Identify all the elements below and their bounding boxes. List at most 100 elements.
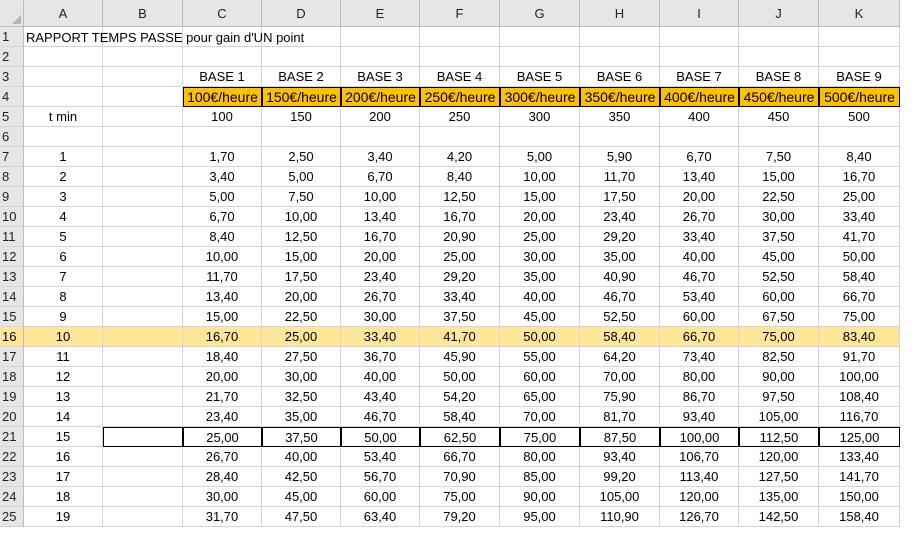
cell-b15[interactable] [103, 307, 183, 327]
cell-g21[interactable]: 75,00 [500, 427, 580, 447]
cell-g1[interactable] [500, 27, 580, 47]
row-header-5[interactable]: 5 [0, 107, 24, 127]
cell-g14[interactable]: 40,00 [500, 287, 580, 307]
cell-j16[interactable]: 75,00 [739, 327, 819, 347]
row-header-18[interactable]: 18 [0, 367, 24, 387]
rate-label-4[interactable]: 250€/heure [420, 87, 500, 107]
cell-i6[interactable] [660, 127, 739, 147]
cell-b4[interactable] [103, 87, 183, 107]
cell-e21[interactable]: 50,00 [341, 427, 420, 447]
cell-c6[interactable] [183, 127, 262, 147]
cell-h10[interactable]: 23,40 [580, 207, 660, 227]
cell-c10[interactable]: 6,70 [183, 207, 262, 227]
cell-k15[interactable]: 75,00 [819, 307, 900, 327]
cell-g13[interactable]: 35,00 [500, 267, 580, 287]
cell-j8[interactable]: 15,00 [739, 167, 819, 187]
cell-b11[interactable] [103, 227, 183, 247]
cell-k23[interactable]: 141,70 [819, 467, 900, 487]
base-label-7[interactable]: BASE 7 [660, 67, 739, 87]
cell-b13[interactable] [103, 267, 183, 287]
cell-i2[interactable] [660, 47, 739, 67]
cell-e25[interactable]: 63,40 [341, 507, 420, 527]
cell-d15[interactable]: 22,50 [262, 307, 341, 327]
row-header-12[interactable]: 12 [0, 247, 24, 267]
cell-j11[interactable]: 37,50 [739, 227, 819, 247]
cell-k17[interactable]: 91,70 [819, 347, 900, 367]
cell-e8[interactable]: 6,70 [341, 167, 420, 187]
cell-i13[interactable]: 46,70 [660, 267, 739, 287]
cell-f8[interactable]: 8,40 [420, 167, 500, 187]
rate-value-7[interactable]: 400 [660, 107, 739, 127]
row-header-20[interactable]: 20 [0, 407, 24, 427]
cell-i24[interactable]: 120,00 [660, 487, 739, 507]
row-header-22[interactable]: 22 [0, 447, 24, 467]
cell-h19[interactable]: 75,90 [580, 387, 660, 407]
cell-h16[interactable]: 58,40 [580, 327, 660, 347]
cell-f23[interactable]: 70,90 [420, 467, 500, 487]
t-value[interactable]: 1 [24, 147, 103, 167]
row-header-19[interactable]: 19 [0, 387, 24, 407]
t-value[interactable]: 2 [24, 167, 103, 187]
cell-e14[interactable]: 26,70 [341, 287, 420, 307]
cell-b23[interactable] [103, 467, 183, 487]
row-header-3[interactable]: 3 [0, 67, 24, 87]
cell-d2[interactable] [262, 47, 341, 67]
cell-g20[interactable]: 70,00 [500, 407, 580, 427]
cell-i14[interactable]: 53,40 [660, 287, 739, 307]
cell-e19[interactable]: 43,40 [341, 387, 420, 407]
t-value[interactable]: 9 [24, 307, 103, 327]
cell-j2[interactable] [739, 47, 819, 67]
cell-c7[interactable]: 1,70 [183, 147, 262, 167]
cell-h22[interactable]: 93,40 [580, 447, 660, 467]
t-value[interactable]: 10 [24, 327, 103, 347]
cell-k14[interactable]: 66,70 [819, 287, 900, 307]
cell-j9[interactable]: 22,50 [739, 187, 819, 207]
base-label-1[interactable]: BASE 1 [183, 67, 262, 87]
cell-i16[interactable]: 66,70 [660, 327, 739, 347]
cell-k11[interactable]: 41,70 [819, 227, 900, 247]
cell-j17[interactable]: 82,50 [739, 347, 819, 367]
cell-g23[interactable]: 85,00 [500, 467, 580, 487]
row-header-7[interactable]: 7 [0, 147, 24, 167]
cell-j10[interactable]: 30,00 [739, 207, 819, 227]
cell-h14[interactable]: 46,70 [580, 287, 660, 307]
cell-k19[interactable]: 108,40 [819, 387, 900, 407]
cell-c18[interactable]: 20,00 [183, 367, 262, 387]
row-header-4[interactable]: 4 [0, 87, 24, 107]
cell-b19[interactable] [103, 387, 183, 407]
cell-j23[interactable]: 127,50 [739, 467, 819, 487]
rate-value-4[interactable]: 250 [420, 107, 500, 127]
row-header-11[interactable]: 11 [0, 227, 24, 247]
cell-f16[interactable]: 41,70 [420, 327, 500, 347]
cell-b25[interactable] [103, 507, 183, 527]
t-value[interactable]: 18 [24, 487, 103, 507]
t-value[interactable]: 6 [24, 247, 103, 267]
spreadsheet-grid[interactable]: A B C D E F G H I J K 1 RAPPORT TEMPS PASSE pour gai… [0, 0, 916, 534]
cell-c16[interactable]: 16,70 [183, 327, 262, 347]
cell-e15[interactable]: 30,00 [341, 307, 420, 327]
cell-f15[interactable]: 37,50 [420, 307, 500, 327]
cell-f2[interactable] [420, 47, 500, 67]
cell-g6[interactable] [500, 127, 580, 147]
cell-b2[interactable] [103, 47, 183, 67]
cell-k22[interactable]: 133,40 [819, 447, 900, 467]
cell-g22[interactable]: 80,00 [500, 447, 580, 467]
cell-b16[interactable] [103, 327, 183, 347]
cell-d19[interactable]: 32,50 [262, 387, 341, 407]
rate-value-5[interactable]: 300 [500, 107, 580, 127]
cell-b7[interactable] [103, 147, 183, 167]
cell-k10[interactable]: 33,40 [819, 207, 900, 227]
cell-a2[interactable] [24, 47, 103, 67]
cell-d21[interactable]: 37,50 [262, 427, 341, 447]
cell-j14[interactable]: 60,00 [739, 287, 819, 307]
row-header-14[interactable]: 14 [0, 287, 24, 307]
cell-d20[interactable]: 35,00 [262, 407, 341, 427]
cell-b9[interactable] [103, 187, 183, 207]
cell-e1[interactable] [341, 27, 420, 47]
cell-h25[interactable]: 110,90 [580, 507, 660, 527]
cell-c11[interactable]: 8,40 [183, 227, 262, 247]
cell-e6[interactable] [341, 127, 420, 147]
cell-j24[interactable]: 135,00 [739, 487, 819, 507]
cell-f18[interactable]: 50,00 [420, 367, 500, 387]
column-header-d[interactable]: D [262, 0, 341, 27]
